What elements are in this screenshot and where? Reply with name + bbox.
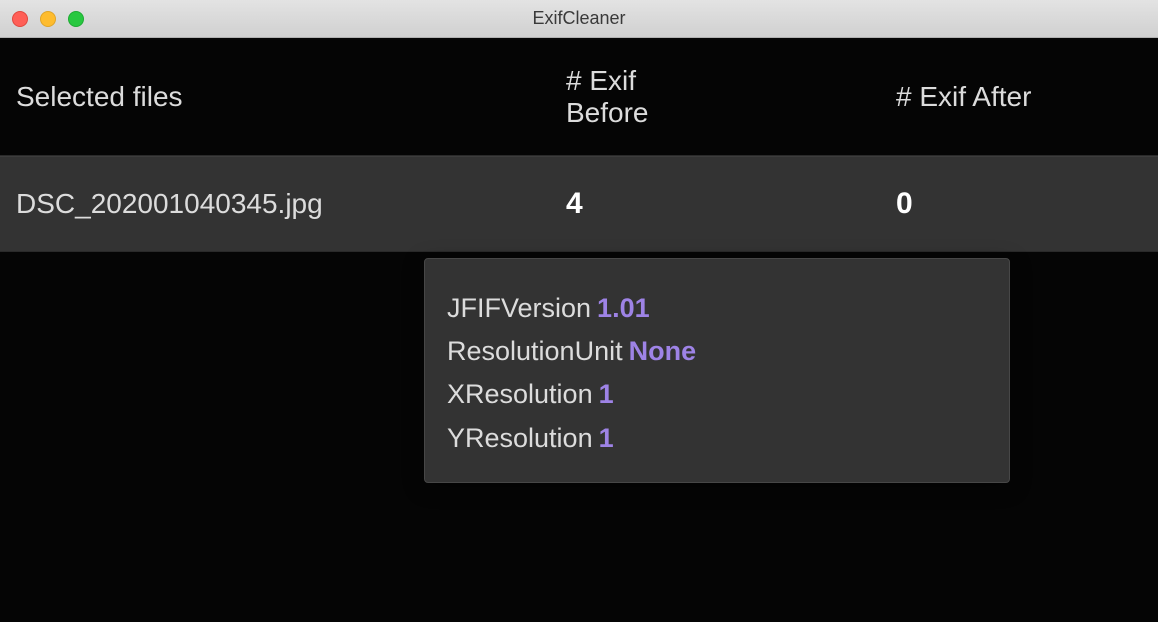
- table-row[interactable]: DSC_202001040345.jpg 4 0: [0, 156, 1158, 252]
- tooltip-entry: XResolution1: [447, 373, 987, 416]
- header-exif-after: # Exif After: [716, 81, 1142, 113]
- exif-tooltip: JFIFVersion1.01 ResolutionUnitNone XReso…: [424, 258, 1010, 483]
- header-selected-files: Selected files: [16, 81, 456, 113]
- tooltip-value: 1.01: [597, 293, 650, 323]
- tooltip-entry: YResolution1: [447, 417, 987, 460]
- title-bar: ExifCleaner: [0, 0, 1158, 38]
- minimize-icon[interactable]: [40, 11, 56, 27]
- maximize-icon[interactable]: [68, 11, 84, 27]
- app-body: Selected files # Exif Before # Exif Afte…: [0, 38, 1158, 622]
- tooltip-key: JFIFVersion: [447, 293, 591, 323]
- close-icon[interactable]: [12, 11, 28, 27]
- cell-exif-before: 4: [456, 187, 716, 221]
- window-title: ExifCleaner: [532, 8, 625, 29]
- tooltip-entry: ResolutionUnitNone: [447, 330, 987, 373]
- cell-exif-after: 0: [716, 187, 1142, 221]
- table-header: Selected files # Exif Before # Exif Afte…: [0, 38, 1158, 156]
- tooltip-value: 1: [599, 379, 614, 409]
- traffic-lights: [12, 11, 84, 27]
- tooltip-value: None: [629, 336, 697, 366]
- tooltip-key: ResolutionUnit: [447, 336, 623, 366]
- cell-filename: DSC_202001040345.jpg: [16, 188, 456, 220]
- tooltip-entry: JFIFVersion1.01: [447, 287, 987, 330]
- tooltip-key: YResolution: [447, 423, 593, 453]
- header-exif-before: # Exif Before: [456, 65, 716, 129]
- tooltip-key: XResolution: [447, 379, 593, 409]
- tooltip-value: 1: [599, 423, 614, 453]
